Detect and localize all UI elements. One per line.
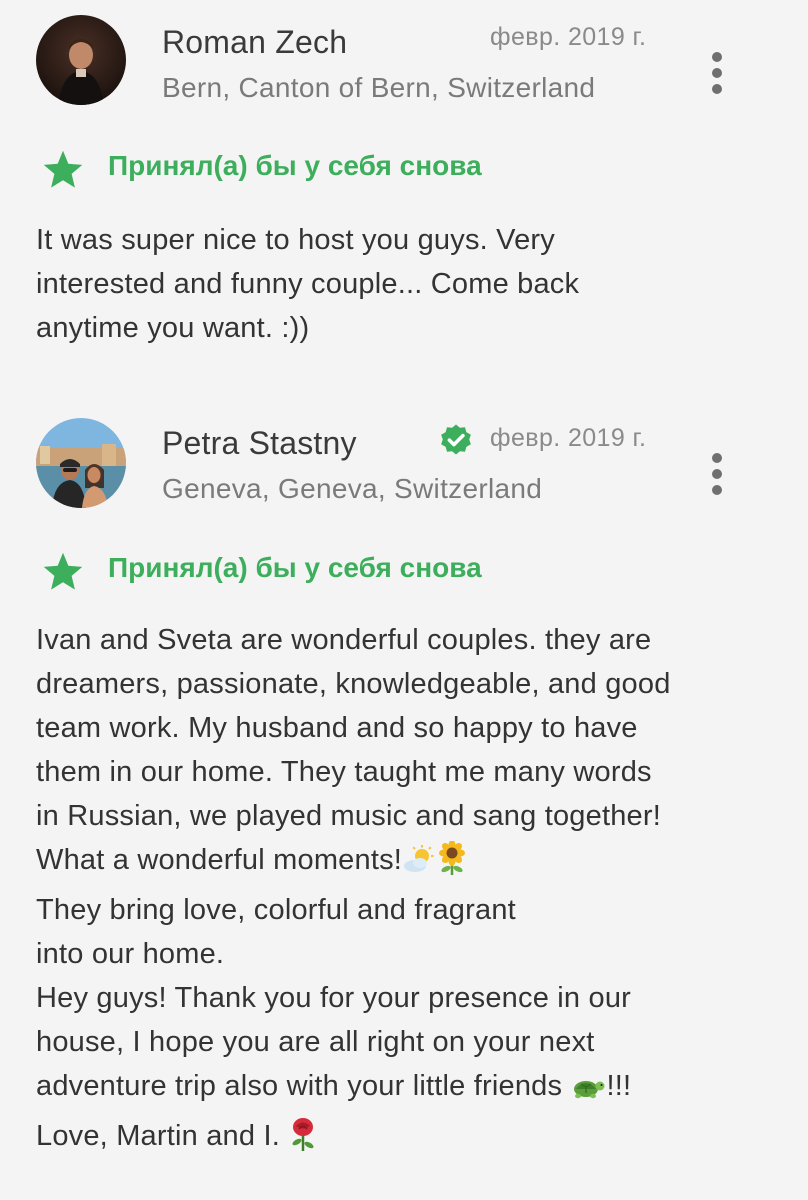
exclamation-text: !!!	[606, 1070, 632, 1102]
rose-icon	[288, 1117, 318, 1164]
review-text-line: team work. My husband and so happy to ha…	[36, 712, 638, 744]
review-text-line-with-emoji: Love, Martin and I.	[36, 1114, 776, 1164]
review-text-line: in Russian, we played music and sang tog…	[36, 800, 661, 832]
review-text-line: They bring love, colorful and fragrant	[36, 894, 516, 926]
review-text-line: house, I hope you are all right on your …	[36, 1026, 595, 1058]
review-text: Ivan and Sveta are wonderful couples. th…	[36, 618, 776, 1164]
more-vertical-icon[interactable]	[704, 451, 732, 499]
review-text-line: dreamers, passionate, knowledgeable, and…	[36, 668, 671, 700]
review-card: Petra Stastny февр. 2019 г. Geneva, Gene…	[0, 0, 808, 1200]
sun-behind-cloud-icon	[402, 844, 436, 888]
turtle-icon	[570, 1070, 606, 1114]
avatar[interactable]	[36, 418, 126, 508]
review-text-line-with-emoji: adventure trip also with your little fri…	[36, 1064, 776, 1114]
review-text-line: Hey guys! Thank you for your presence in…	[36, 982, 632, 1014]
review-text-line: Ivan and Sveta are wonderful couples. th…	[36, 624, 652, 656]
review-date: февр. 2019 г.	[490, 424, 647, 452]
author-name[interactable]: Petra Stastny	[162, 425, 357, 462]
verified-check-icon	[441, 424, 471, 455]
review-text-line: into our home.	[36, 938, 225, 970]
sunflower-icon	[436, 840, 468, 888]
review-text-line-with-emoji: What a wonderful moments!	[36, 838, 776, 888]
author-location: Geneva, Geneva, Switzerland	[162, 473, 543, 504]
review-text-line: them in our home. They taught me many wo…	[36, 756, 652, 788]
review-text-line: Love, Martin and I.	[36, 1120, 280, 1152]
recommendation-label: Принял(а) бы у себя снова	[108, 552, 482, 583]
review-text-line: What a wonderful moments!	[36, 844, 403, 876]
star-icon	[43, 552, 83, 590]
review-text-line: adventure trip also with your little fri…	[36, 1070, 563, 1102]
